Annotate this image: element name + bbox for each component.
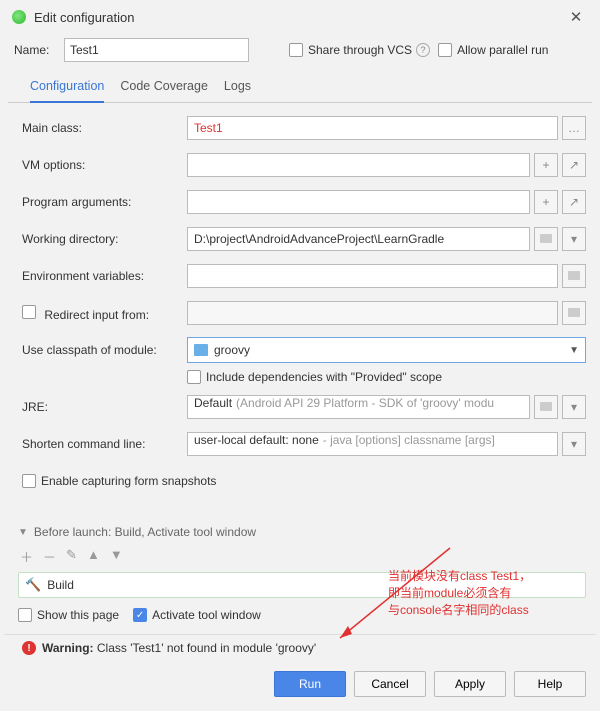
program-args-label: Program arguments: — [22, 195, 187, 209]
working-dir-label: Working directory: — [22, 232, 187, 246]
down-icon[interactable]: ▼ — [110, 547, 123, 566]
share-vcs-checkbox[interactable] — [289, 43, 303, 57]
include-deps-checkbox[interactable] — [187, 370, 201, 384]
run-button[interactable]: Run — [274, 671, 346, 697]
args-expand-icon[interactable]: ↗ — [562, 190, 586, 214]
redirect-input — [187, 301, 558, 325]
main-class-label: Main class: — [22, 121, 187, 135]
allow-parallel-label: Allow parallel run — [457, 43, 548, 57]
include-deps-label: Include dependencies with "Provided" sco… — [206, 370, 442, 384]
working-dir-input[interactable]: D:\project\AndroidAdvanceProject\LearnGr… — [187, 227, 530, 251]
vm-options-label: VM options: — [22, 158, 187, 172]
jre-label: JRE: — [22, 400, 187, 414]
activate-label: Activate tool window — [152, 608, 261, 622]
close-icon[interactable]: ✕ — [562, 8, 590, 26]
add-icon[interactable]: ＋ — [20, 547, 33, 566]
vm-expand-icon[interactable]: ↗ — [562, 153, 586, 177]
redirect-checkbox[interactable] — [22, 305, 36, 319]
snapshots-label: Enable capturing form snapshots — [41, 474, 216, 488]
up-icon[interactable]: ▲ — [87, 547, 100, 566]
tab-logs[interactable]: Logs — [224, 72, 251, 102]
shorten-label: Shorten command line: — [22, 437, 187, 451]
classpath-label: Use classpath of module: — [22, 343, 187, 357]
shorten-select[interactable]: user-local default: none - java [options… — [187, 432, 558, 456]
before-launch-header[interactable]: ▼ Before launch: Build, Activate tool wi… — [18, 521, 586, 543]
build-label: Build — [47, 578, 74, 592]
show-page-label: Show this page — [37, 608, 119, 622]
main-class-input[interactable]: Test1 — [187, 116, 558, 140]
jre-caret-icon[interactable]: ▾ — [562, 395, 586, 419]
tab-code-coverage[interactable]: Code Coverage — [120, 72, 208, 102]
vm-options-input[interactable] — [187, 153, 530, 177]
working-dir-caret-icon[interactable]: ▾ — [562, 227, 586, 251]
name-input[interactable] — [64, 38, 249, 62]
name-label: Name: — [14, 43, 64, 57]
warning-icon: ! — [22, 641, 36, 655]
vm-insert-icon[interactable]: + — [534, 153, 558, 177]
classpath-select[interactable]: groovy ▼ — [187, 337, 586, 363]
cancel-button[interactable]: Cancel — [354, 671, 426, 697]
shorten-caret-icon[interactable]: ▾ — [562, 432, 586, 456]
show-page-checkbox[interactable] — [18, 608, 32, 622]
configuration-form: Main class: Test1 … VM options: + ↗ Prog… — [0, 103, 600, 513]
env-vars-input[interactable] — [187, 264, 558, 288]
help-button[interactable]: Help — [514, 671, 586, 697]
env-vars-browse-icon[interactable] — [562, 264, 586, 288]
program-args-input[interactable] — [187, 190, 530, 214]
share-vcs-label: Share through VCS — [308, 43, 412, 57]
app-icon — [12, 10, 26, 24]
warning-text: Warning: Class 'Test1' not found in modu… — [42, 641, 316, 655]
tabs: Configuration Code Coverage Logs — [8, 72, 592, 103]
dialog-buttons: Run Cancel Apply Help — [0, 665, 600, 711]
allow-parallel-checkbox[interactable] — [438, 43, 452, 57]
warning-row: ! Warning: Class 'Test1' not found in mo… — [4, 634, 596, 665]
main-class-browse-button[interactable]: … — [562, 116, 586, 140]
name-row: Name: Share through VCS ? Allow parallel… — [0, 32, 600, 72]
env-vars-label: Environment variables: — [22, 269, 187, 283]
apply-button[interactable]: Apply — [434, 671, 506, 697]
annotation-text: 当前模块没有class Test1， 即当前module必须含有 与consol… — [388, 568, 531, 618]
chevron-down-icon: ▼ — [569, 345, 579, 356]
module-icon — [194, 344, 208, 356]
working-dir-browse-icon[interactable] — [534, 227, 558, 251]
title-bar: Edit configuration ✕ — [0, 0, 600, 32]
jre-browse-icon[interactable] — [534, 395, 558, 419]
edit-icon[interactable]: ✎ — [66, 547, 77, 566]
snapshots-checkbox[interactable] — [22, 474, 36, 488]
activate-checkbox[interactable]: ✓ — [133, 608, 147, 622]
remove-icon[interactable]: － — [43, 547, 56, 566]
redirect-label: Redirect input from: — [22, 305, 187, 322]
args-insert-icon[interactable]: + — [534, 190, 558, 214]
classpath-value: groovy — [214, 343, 250, 357]
jre-input[interactable]: Default (Android API 29 Platform - SDK o… — [187, 395, 530, 419]
hammer-icon: 🔨 — [25, 577, 41, 593]
window-title: Edit configuration — [34, 10, 562, 25]
tab-configuration[interactable]: Configuration — [30, 72, 104, 103]
collapse-icon: ▼ — [18, 527, 28, 538]
help-icon[interactable]: ? — [416, 43, 430, 57]
redirect-browse-icon[interactable] — [562, 301, 586, 325]
